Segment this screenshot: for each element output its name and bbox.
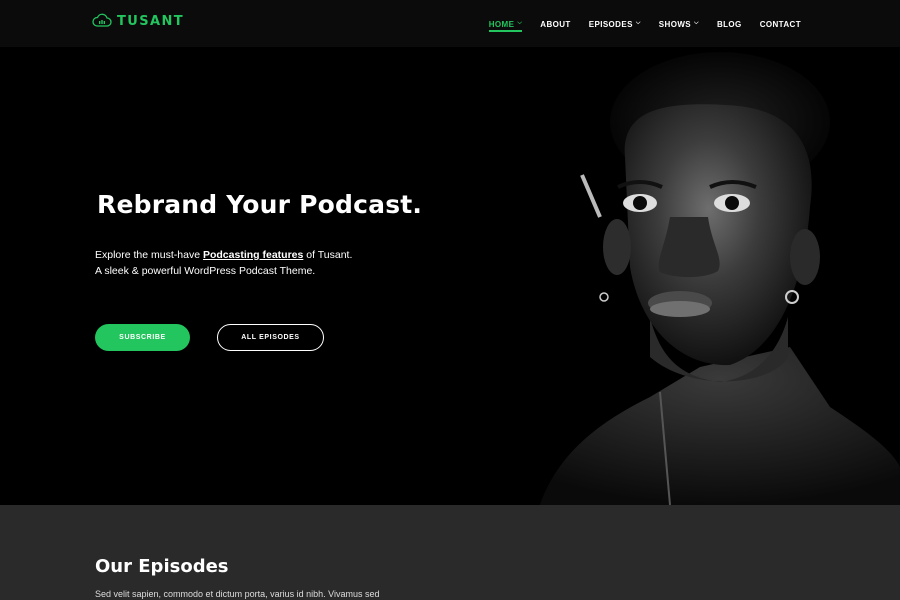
hero-title: Rebrand Your Podcast. [97, 190, 423, 219]
hero-desc-line2: A sleek & powerful WordPress Podcast The… [95, 265, 316, 277]
all-episodes-button[interactable]: ALL EPISODES [217, 324, 324, 351]
nav-label: SHOWS [658, 19, 692, 29]
episodes-intro-text: Sed velit sapien, commodo et dictum port… [95, 589, 380, 599]
episodes-section: Our Episodes Sed velit sapien, commodo e… [0, 505, 900, 600]
nav-label: EPISODES [588, 19, 633, 29]
nav-label: CONTACT [759, 19, 801, 29]
hero-description: Explore the must-have Podcasting feature… [95, 247, 352, 279]
nav-item-blog[interactable]: BLOG [717, 16, 742, 32]
nav-item-home[interactable]: HOME ⌵ [488, 16, 523, 32]
hero-portrait-image [540, 52, 900, 505]
nav-item-episodes[interactable]: EPISODES ⌵ [589, 16, 641, 32]
logo-text: TUSANT [117, 13, 184, 29]
nav-label: BLOG [716, 19, 742, 29]
hero-section: Rebrand Your Podcast. Explore the must-h… [0, 47, 900, 505]
podcasting-features-link[interactable]: Podcasting features [203, 249, 303, 261]
nav-label: ABOUT [540, 19, 571, 29]
main-nav: HOME ⌵ ABOUT EPISODES ⌵ SHOWS ⌵ BLOG CON… [471, 16, 801, 32]
nav-item-contact[interactable]: CONTACT [760, 16, 801, 32]
cloud-podcast-icon [92, 13, 112, 27]
hero-desc-suffix: of Tusant. [303, 249, 353, 261]
site-logo[interactable]: TUSANT [92, 13, 184, 29]
subscribe-button[interactable]: SUBSCRIBE [95, 324, 190, 351]
site-header: TUSANT HOME ⌵ ABOUT EPISODES ⌵ SHOWS ⌵ B… [0, 0, 900, 47]
nav-item-about[interactable]: ABOUT [540, 16, 570, 32]
hero-desc-prefix: Explore the must-have [95, 249, 203, 261]
nav-item-shows[interactable]: SHOWS ⌵ [659, 16, 699, 32]
chevron-down-icon: ⌵ [635, 19, 641, 26]
chevron-down-icon: ⌵ [694, 19, 699, 26]
nav-label: HOME [488, 19, 515, 29]
chevron-down-icon: ⌵ [517, 19, 523, 26]
episodes-title: Our Episodes [95, 556, 229, 577]
